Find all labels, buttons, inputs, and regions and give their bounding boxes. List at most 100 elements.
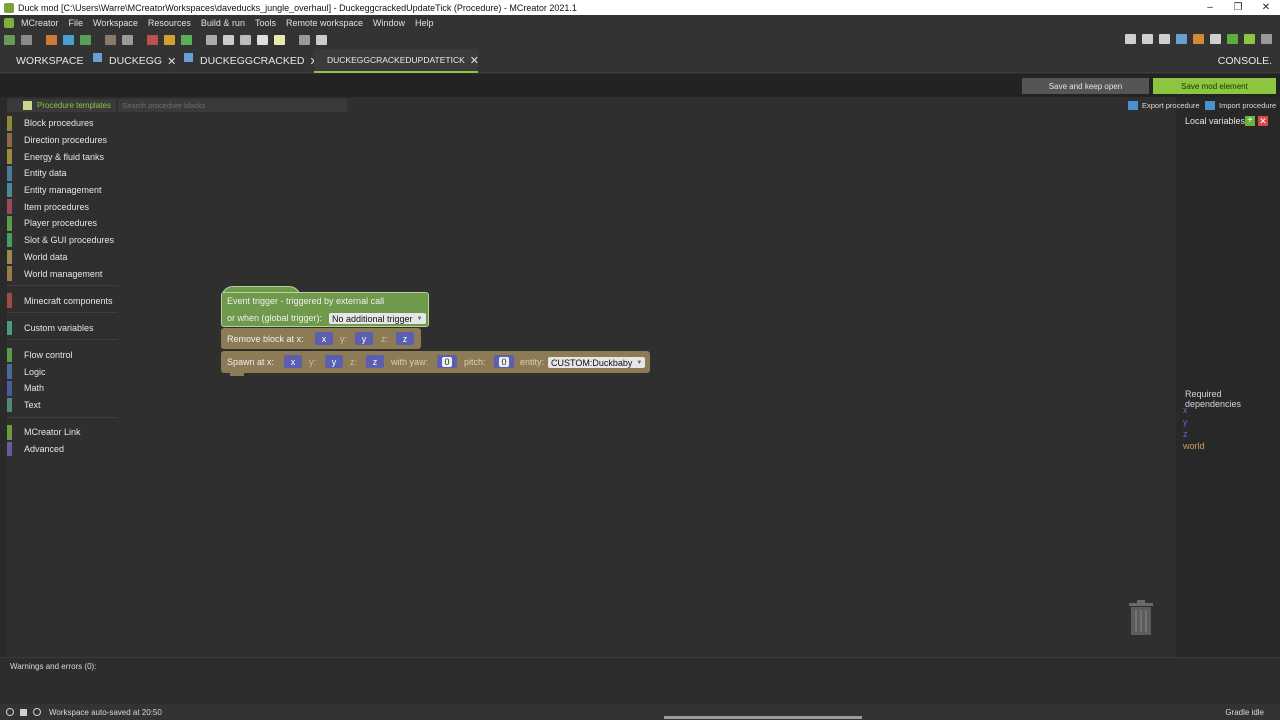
spawn-y-input[interactable]: y <box>325 355 343 368</box>
category-swatch <box>7 166 12 181</box>
regenerate-icon[interactable] <box>1210 34 1221 44</box>
category-mcreator-link[interactable]: MCreator Link <box>7 424 118 441</box>
workspace-settings-icon[interactable] <box>4 35 15 45</box>
menu-tools[interactable]: Tools <box>250 18 281 28</box>
category-entity-data[interactable]: Entity data <box>7 165 118 182</box>
build-setup-icon[interactable] <box>299 35 310 45</box>
tab-workspace-label: WORKSPACE <box>16 55 84 67</box>
texture-icon[interactable] <box>80 35 91 45</box>
menu-workspace[interactable]: Workspace <box>88 18 143 28</box>
import-procedure-icon <box>1205 101 1215 110</box>
run-toolbar <box>1119 34 1272 44</box>
structure-icon[interactable] <box>122 35 133 45</box>
category-world-management[interactable]: World management <box>7 265 118 282</box>
global-trigger-dropdown[interactable]: No additional trigger ▼ <box>329 313 426 324</box>
menu-help[interactable]: Help <box>410 18 439 28</box>
console-tab[interactable]: CONSOLE. <box>1218 49 1272 73</box>
sound-icon[interactable] <box>63 35 74 45</box>
category-flow-control[interactable]: Flow control <box>7 347 118 364</box>
remove-y-input[interactable]: y <box>355 332 373 345</box>
category-entity-management[interactable]: Entity management <box>7 182 118 199</box>
category-energy-fluid-tanks[interactable]: Energy & fluid tanks <box>7 148 118 165</box>
procedure-icon <box>184 52 193 62</box>
category-text[interactable]: Text <box>7 397 118 414</box>
category-label: Direction procedures <box>24 135 108 146</box>
category-direction-procedures[interactable]: Direction procedures <box>7 132 118 149</box>
tool-icon-5[interactable] <box>274 35 285 45</box>
tab-duckegg[interactable]: DUCKEGG ✕ <box>87 49 182 73</box>
global-trigger-label: or when (global trigger): <box>227 313 323 323</box>
category-minecraft-components[interactable]: Minecraft components <box>7 292 118 309</box>
blockly-workspace[interactable] <box>118 112 1176 657</box>
wand-icon[interactable] <box>316 35 327 45</box>
close-tab-icon[interactable]: ✕ <box>470 54 479 67</box>
menu-build-run[interactable]: Build & run <box>196 18 250 28</box>
menu-file[interactable]: File <box>64 18 89 28</box>
open-folder-icon[interactable] <box>21 35 32 45</box>
category-item-procedures[interactable]: Item procedures <box>7 198 118 215</box>
restore-button[interactable]: ❐ <box>1224 2 1252 13</box>
model-icon[interactable] <box>105 35 116 45</box>
spawn-x-input[interactable]: x <box>284 355 302 368</box>
tab-duckeggcrackedupdatetick[interactable]: DUCKEGGCRACKEDUPDATETICK ✕ <box>314 49 479 73</box>
info-icon[interactable] <box>6 708 14 716</box>
remove-x-input[interactable]: x <box>315 332 333 345</box>
pull-icon[interactable] <box>1142 34 1153 44</box>
category-slot-gui-procedures[interactable]: Slot & GUI procedures <box>7 232 118 249</box>
recipe-icon[interactable] <box>147 35 158 45</box>
save-and-keep-open-button[interactable]: Save and keep open <box>1022 78 1149 94</box>
wrench-icon[interactable] <box>20 708 27 716</box>
tab-workspace[interactable]: WORKSPACE <box>10 49 89 73</box>
close-window-button[interactable]: ✕ <box>1252 2 1280 13</box>
yaw-input[interactable]: 0 <box>437 355 457 368</box>
category-swatch <box>7 132 12 148</box>
search-procedure-blocks-input[interactable] <box>118 99 347 112</box>
menu-window[interactable]: Window <box>368 18 410 28</box>
tab-duckeggcracked[interactable]: DUCKEGGCRACKED ✕ <box>178 49 325 73</box>
event-trigger-label: Event trigger - triggered by external ca… <box>227 296 385 306</box>
remove-local-variable-icon[interactable]: ✕ <box>1258 116 1268 126</box>
trash-can-icon[interactable] <box>1128 600 1154 636</box>
import-procedure-button[interactable]: Import procedure <box>1205 100 1276 111</box>
tool-icon-3[interactable] <box>240 35 251 45</box>
category-advanced[interactable]: Advanced <box>7 441 118 458</box>
category-logic[interactable]: Logic <box>7 363 118 380</box>
export-icon[interactable] <box>1176 34 1187 44</box>
settings-gear-icon[interactable] <box>33 708 41 716</box>
build-hammer-icon[interactable] <box>1193 34 1204 44</box>
run-server-icon[interactable] <box>1244 34 1255 44</box>
stop-icon[interactable] <box>1261 34 1272 44</box>
minimize-button[interactable]: – <box>1196 2 1224 13</box>
git-branch-icon[interactable] <box>1125 34 1136 44</box>
export-procedure-button[interactable]: Export procedure <box>1128 100 1200 111</box>
palette-header: Procedure templates <box>7 99 347 112</box>
category-world-data[interactable]: World data <box>7 249 118 266</box>
horizontal-scrollbar[interactable] <box>664 716 862 719</box>
entity-label: entity: <box>520 357 545 367</box>
menu-mcreator[interactable]: MCreator <box>16 18 64 28</box>
run-client-icon[interactable] <box>1227 34 1238 44</box>
category-custom-variables[interactable]: Custom variables <box>7 320 118 337</box>
entity-dropdown[interactable]: CUSTOM:Duckbaby ▼ <box>548 357 646 368</box>
menu-resources[interactable]: Resources <box>143 18 196 28</box>
category-block-procedures[interactable]: Block procedures <box>7 115 118 132</box>
menu-remote-workspace[interactable]: Remote workspace <box>281 18 368 28</box>
add-local-variable-icon[interactable]: + <box>1245 116 1255 126</box>
category-player-procedures[interactable]: Player procedures <box>7 215 118 232</box>
global-trigger-value: No additional trigger <box>332 313 413 324</box>
tool-icon-4[interactable] <box>257 35 268 45</box>
left-collapse-strip[interactable] <box>0 97 7 657</box>
spawn-z-input[interactable]: z <box>366 355 384 368</box>
save-mod-element-button[interactable]: Save mod element <box>1153 78 1276 94</box>
pitch-input[interactable]: 0 <box>494 355 514 368</box>
animation-icon[interactable] <box>164 35 175 45</box>
procedure-templates-button[interactable]: Procedure templates <box>7 99 117 112</box>
push-icon[interactable] <box>1159 34 1170 44</box>
resources-icon[interactable] <box>46 35 57 45</box>
tool-icon-1[interactable] <box>206 35 217 45</box>
close-tab-icon[interactable]: ✕ <box>167 55 176 68</box>
tool-icon-2[interactable] <box>223 35 234 45</box>
category-math[interactable]: Math <box>7 380 118 397</box>
grid-icon[interactable] <box>181 35 192 45</box>
remove-z-input[interactable]: z <box>396 332 414 345</box>
